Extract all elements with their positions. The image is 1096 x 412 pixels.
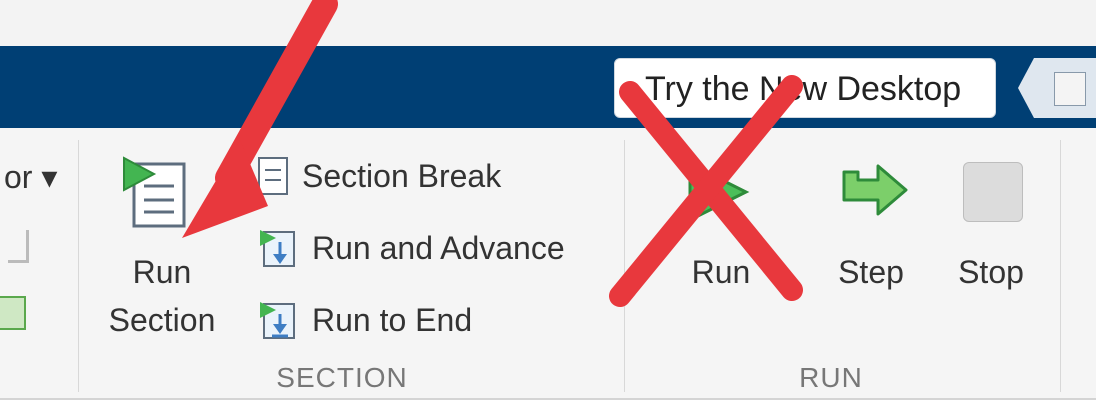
try-new-desktop-button[interactable]: Try the New Desktop	[614, 58, 996, 118]
desktop-icon[interactable]	[1054, 72, 1086, 106]
partial-return-icon	[8, 230, 29, 263]
run-section-icon[interactable]	[120, 150, 190, 230]
partial-dropdown-label[interactable]: or ▾	[4, 158, 57, 196]
run-to-end-label: Run to End	[312, 301, 473, 338]
partial-green-icon	[0, 296, 26, 330]
window-top-strip	[0, 0, 1096, 47]
run-to-end-button[interactable]: Run to End	[258, 294, 472, 346]
step-label[interactable]: Step	[826, 248, 916, 296]
group-separator	[624, 140, 625, 392]
run-and-advance-icon	[260, 230, 295, 267]
stop-icon[interactable]	[963, 162, 1023, 222]
run-icon[interactable]	[684, 160, 754, 224]
step-icon[interactable]	[834, 160, 914, 224]
section-break-label: Section Break	[302, 157, 502, 194]
section-group-label: SECTION	[276, 362, 408, 393]
stop-label[interactable]: Stop	[946, 248, 1036, 296]
section-break-button[interactable]: Section Break	[258, 150, 501, 202]
run-section-label-line1[interactable]: Run	[112, 248, 212, 296]
run-to-end-icon	[260, 302, 295, 339]
run-and-advance-button[interactable]: Run and Advance	[258, 222, 565, 274]
section-break-icon	[258, 157, 288, 195]
run-group-label: RUN	[799, 362, 863, 393]
run-label[interactable]: Run	[676, 248, 766, 296]
group-separator	[78, 140, 79, 392]
run-and-advance-label: Run and Advance	[312, 229, 565, 266]
group-separator	[1060, 140, 1061, 392]
run-section-label-line2[interactable]: Section	[100, 296, 224, 344]
